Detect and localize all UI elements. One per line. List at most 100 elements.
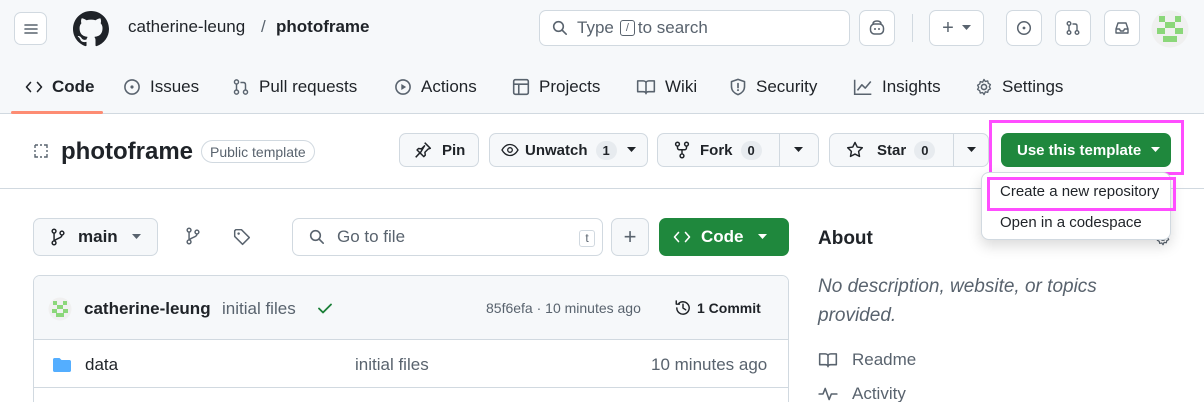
tab-actions[interactable]: Actions: [394, 70, 477, 104]
search-suffix: to search: [637, 18, 708, 37]
readme-link[interactable]: Readme: [818, 348, 916, 372]
star-count: 0: [914, 140, 936, 160]
inbox-button[interactable]: [1104, 10, 1140, 46]
shield-icon: [730, 78, 746, 96]
readme-label: Readme: [852, 350, 917, 369]
add-file-button[interactable]: +: [611, 218, 649, 256]
table-row[interactable]: data initial files 10 minutes ago: [34, 340, 788, 388]
watch-count: 1: [595, 140, 617, 160]
about-description: No description, website, or topics provi…: [818, 276, 1097, 326]
history-icon: [675, 300, 690, 315]
file-name[interactable]: data: [85, 355, 118, 375]
commit-message[interactable]: initial files: [222, 299, 296, 319]
chevron-down-icon: [131, 234, 141, 239]
eye-icon: [501, 143, 519, 157]
copilot-icon: [869, 20, 885, 35]
search-prefix: Type: [577, 18, 614, 37]
tab-label: Wiki: [665, 77, 698, 96]
issues-button[interactable]: [1006, 10, 1042, 46]
create-new-button[interactable]: +: [929, 10, 984, 46]
chevron-down-icon: [626, 147, 636, 152]
menu-item-open-codespace[interactable]: Open in a codespace: [1000, 214, 1142, 231]
code-icon: [673, 231, 691, 243]
code-dropdown-button[interactable]: Code: [659, 218, 789, 256]
play-icon: [395, 79, 411, 95]
repo-title[interactable]: photoframe: [61, 138, 193, 166]
book-icon: [818, 353, 838, 368]
tab-issues[interactable]: Issues: [123, 70, 199, 104]
branch-name: main: [78, 227, 118, 246]
file-commit-time: 10 minutes ago: [651, 355, 768, 374]
file-browser: catherine-leung initial files 85f6efa · …: [33, 275, 789, 402]
avatar[interactable]: [1151, 10, 1189, 48]
plus-icon: +: [623, 224, 637, 249]
go-to-file-input[interactable]: Go to file t: [292, 218, 603, 256]
github-logo-icon[interactable]: [73, 11, 109, 47]
tab-wiki[interactable]: Wiki: [636, 70, 697, 104]
pin-label: Pin: [442, 141, 466, 159]
breadcrumb-owner[interactable]: catherine-leung: [128, 17, 245, 37]
code-button-label: Code: [701, 227, 744, 246]
commit-author[interactable]: catherine-leung: [84, 299, 211, 319]
branch-selector[interactable]: main: [33, 218, 158, 256]
pull-request-icon: [233, 79, 249, 95]
pin-button[interactable]: Pin: [399, 133, 479, 167]
star-dropdown-chevron-icon[interactable]: [967, 147, 976, 153]
book-icon: [636, 80, 656, 95]
tab-label: Issues: [150, 77, 200, 96]
header-divider: [912, 14, 913, 42]
tab-settings[interactable]: Settings: [975, 70, 1063, 104]
pull-request-icon: [1066, 21, 1080, 35]
tab-projects[interactable]: Projects: [512, 70, 600, 104]
breadcrumb-separator: /: [261, 17, 266, 36]
tab-label: Code: [52, 77, 95, 96]
code-icon: [25, 81, 43, 93]
highlight-create-repository: [987, 177, 1176, 211]
tab-pull-requests[interactable]: Pull requests: [232, 70, 357, 104]
table-icon: [512, 78, 530, 96]
tab-label: Insights: [882, 77, 941, 96]
fork-label: Fork: [700, 141, 733, 159]
copilot-button[interactable]: [859, 10, 895, 46]
chevron-down-icon: [757, 234, 767, 239]
visibility-badge: Public template: [201, 140, 315, 163]
pull-requests-button[interactable]: [1055, 10, 1091, 46]
tab-active-indicator: [11, 111, 103, 114]
activity-label: Activity: [852, 384, 906, 402]
star-label: Star: [877, 141, 907, 159]
star-split-divider: [953, 134, 954, 166]
highlight-template-button: [989, 120, 1184, 175]
breadcrumb-repo[interactable]: photoframe: [276, 17, 370, 37]
fork-dropdown-chevron-icon[interactable]: [794, 147, 803, 153]
gear-icon: [976, 78, 992, 96]
about-heading: About: [818, 228, 873, 249]
go-to-file-shortcut: t: [579, 230, 595, 247]
latest-commit-row: catherine-leung initial files 85f6efa · …: [34, 276, 788, 340]
go-to-file-placeholder: Go to file: [337, 227, 406, 246]
issue-icon: [1016, 20, 1032, 36]
fork-split-divider: [779, 134, 780, 166]
global-search-input[interactable]: Type / to search: [539, 10, 850, 46]
commit-count[interactable]: 1 Commit: [697, 300, 761, 316]
tab-insights[interactable]: Insights: [853, 70, 941, 104]
tab-security[interactable]: Security: [729, 70, 817, 104]
file-commit-message[interactable]: initial files: [355, 355, 429, 375]
folder-icon: [53, 358, 71, 372]
branches-icon[interactable]: [185, 227, 201, 245]
activity-link[interactable]: Activity: [818, 382, 906, 402]
commit-author-avatar[interactable]: [48, 297, 72, 321]
tag-icon[interactable]: [233, 228, 251, 246]
unwatch-label: Unwatch: [525, 141, 588, 159]
star-icon: [846, 141, 864, 158]
tab-code[interactable]: Code: [25, 70, 95, 104]
template-repo-icon: [34, 144, 48, 158]
commit-hash-time[interactable]: 85f6efa · 10 minutes ago: [486, 300, 641, 316]
unwatch-button[interactable]: Unwatch 1: [489, 133, 648, 167]
inbox-icon: [1115, 22, 1129, 34]
menu-button[interactable]: [14, 12, 47, 45]
star-button[interactable]: Star 0: [829, 133, 989, 167]
check-icon: [318, 303, 332, 314]
fork-icon: [674, 141, 690, 159]
graph-icon: [853, 79, 872, 95]
issue-icon: [124, 79, 140, 95]
